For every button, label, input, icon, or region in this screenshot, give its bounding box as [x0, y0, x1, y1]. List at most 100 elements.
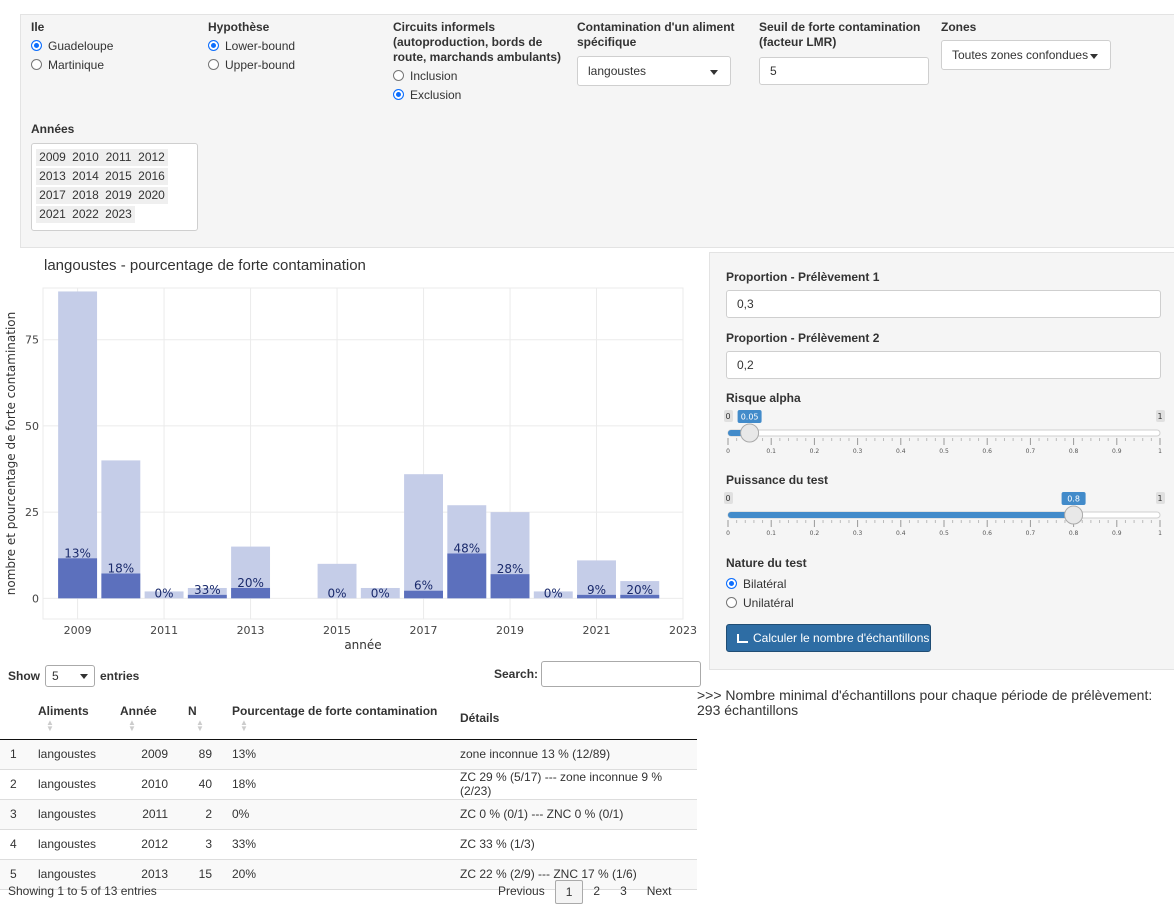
y-tick-label: 75 [25, 334, 39, 347]
x-tick-label: 2009 [64, 624, 92, 637]
annees-listbox[interactable]: 2009 2010 2011 2012 2013 2014 2015 2016 2017 2018… [31, 143, 198, 231]
contamination-select[interactable]: langoustes [577, 56, 731, 86]
year-option[interactable]: 2021 [36, 206, 69, 223]
year-option[interactable]: 2022 [69, 206, 102, 223]
radio-dot[interactable] [726, 597, 737, 608]
pager-next[interactable]: Next [637, 880, 682, 904]
annees-label: Années [31, 122, 75, 136]
hypothese-radio-upper[interactable]: Upper-bound [208, 56, 295, 73]
year-option[interactable]: 2011 [102, 149, 135, 166]
circuits-radio-exclusion[interactable]: Exclusion [393, 86, 561, 103]
alpha-slider[interactable]: 0 1 0.05 0 0.1 0.2 0.3 0.4 0.5 0.6 0.7 0.8 0.9 1 [720, 408, 1170, 458]
year-option[interactable]: 2020 [135, 187, 168, 204]
circuits-label-2: (autoproduction, bords de [393, 35, 543, 49]
data-label: 0% [155, 586, 174, 600]
radio-dot[interactable] [393, 89, 404, 100]
slider-tick-label: 0 [726, 448, 730, 455]
data-label: 0% [371, 586, 390, 600]
year-option[interactable]: 2014 [69, 168, 102, 185]
data-label: 48% [453, 541, 480, 555]
table-cell: 2012 [110, 829, 178, 860]
col-annee[interactable]: Année▲ ▼ [110, 697, 178, 740]
contamination-label-2: spécifique [577, 35, 637, 49]
search-input[interactable] [541, 661, 702, 687]
year-option[interactable]: 2015 [102, 168, 135, 185]
table-cell: 40 [178, 769, 222, 800]
data-label: 0% [544, 586, 563, 600]
year-option[interactable]: 2018 [69, 187, 102, 204]
hypothese-radio-lower[interactable]: Lower-bound [208, 37, 295, 54]
nature-group: Bilatéral Unilatéral [726, 573, 794, 611]
table-search-control: Search: [494, 661, 702, 687]
slider-tick-label: 0.4 [896, 530, 906, 537]
col-details[interactable]: Détails [450, 697, 697, 740]
seuil-input[interactable]: 5 [759, 57, 929, 85]
slider-tick-label: 0.9 [1112, 448, 1122, 455]
radio-dot[interactable] [208, 40, 219, 51]
data-label: 9% [587, 583, 606, 597]
zones-select[interactable]: Toutes zones confondues [941, 40, 1111, 70]
radio-dot[interactable] [393, 70, 404, 81]
year-option[interactable]: 2010 [69, 149, 102, 166]
entries-select[interactable]: 5 [45, 665, 95, 687]
data-label: 28% [497, 562, 524, 576]
x-tick-label: 2015 [323, 624, 351, 637]
result-line-2: 293 échantillons [697, 702, 799, 718]
sample-size-panel: Proportion - Prélèvement 1 0,3 Proportio… [709, 252, 1174, 670]
slider-tick-label: 0.2 [810, 530, 820, 537]
radio-dot[interactable] [726, 578, 737, 589]
nature-radio-bilateral[interactable]: Bilatéral [726, 575, 794, 592]
pager-previous[interactable]: Previous [488, 880, 555, 904]
table-cell: langoustes [28, 799, 110, 830]
circuits-radio-inclusion[interactable]: Inclusion [393, 67, 561, 84]
pager-page-1[interactable]: 1 [554, 880, 584, 904]
table-pagination: Previous 1 2 3 Next [488, 880, 681, 904]
col-pourcentage[interactable]: Pourcentage de forte contamination▲ ▼ [222, 697, 450, 740]
annees-group: Années [31, 122, 74, 137]
y-tick-label: 50 [25, 420, 39, 433]
table-row: 1 langoustes 2009 89 13% zone inconnue 13 % (… [0, 739, 697, 770]
ile-group: Ile Guadeloupe Martinique [31, 20, 113, 73]
slider-tick-label: 0.8 [1069, 530, 1079, 537]
table-cell: zone inconnue 13 % (12/89) [450, 739, 697, 770]
table-cell: langoustes [28, 769, 110, 800]
x-tick-label: 2013 [237, 624, 265, 637]
year-option[interactable]: 2023 [102, 206, 135, 223]
radio-dot[interactable] [31, 40, 42, 51]
col-n[interactable]: N▲ ▼ [178, 697, 222, 740]
slider-handle[interactable] [1064, 505, 1084, 525]
pager-page-2[interactable]: 2 [583, 880, 610, 904]
radio-dot[interactable] [31, 59, 42, 70]
year-option[interactable]: 2016 [135, 168, 168, 185]
slider-track[interactable] [727, 429, 1161, 437]
seuil-label-2: (facteur LMR) [759, 35, 837, 49]
slider-value-label: 0.8 [1067, 495, 1080, 504]
zones-group: Zones [941, 20, 976, 35]
power-slider[interactable]: 0 1 0.8 0 0.1 0.2 0.3 0.4 0.5 0.6 0.7 0.8 0.9 1 [720, 490, 1170, 540]
p2-input[interactable]: 0,2 [726, 351, 1161, 379]
slider-min-label: 0 [725, 494, 730, 503]
ile-radio-guadeloupe[interactable]: Guadeloupe [31, 37, 113, 54]
slider-handle[interactable] [740, 423, 760, 443]
year-option[interactable]: 2019 [102, 187, 135, 204]
table-cell: ZC 29 % (5/17) --- zone inconnue 9 % (2/… [450, 769, 697, 800]
year-option[interactable]: 2012 [135, 149, 168, 166]
calculate-button[interactable]: Calculer le nombre d'échantillons [726, 624, 931, 652]
year-option[interactable]: 2009 [36, 149, 69, 166]
ile-radio-martinique[interactable]: Martinique [31, 56, 113, 73]
pager-page-3[interactable]: 3 [610, 880, 637, 904]
slider-tick-label: 0.6 [982, 448, 992, 455]
year-option[interactable]: 2017 [36, 187, 69, 204]
table-cell: 18% [222, 769, 450, 800]
nature-radio-unilateral[interactable]: Unilatéral [726, 594, 794, 611]
slider-tick-label: 0.7 [1026, 530, 1036, 537]
slider-max-label: 1 [1157, 494, 1162, 503]
table-cell: 89 [178, 739, 222, 770]
slider-value-label: 0.05 [741, 413, 759, 422]
radio-dot[interactable] [208, 59, 219, 70]
col-aliments[interactable]: Aliments▲ ▼ [28, 697, 110, 740]
year-option[interactable]: 2013 [36, 168, 69, 185]
table-cell: 3 [0, 799, 28, 830]
p1-input[interactable]: 0,3 [726, 290, 1161, 318]
circuits-label-1: Circuits informels [393, 20, 496, 34]
